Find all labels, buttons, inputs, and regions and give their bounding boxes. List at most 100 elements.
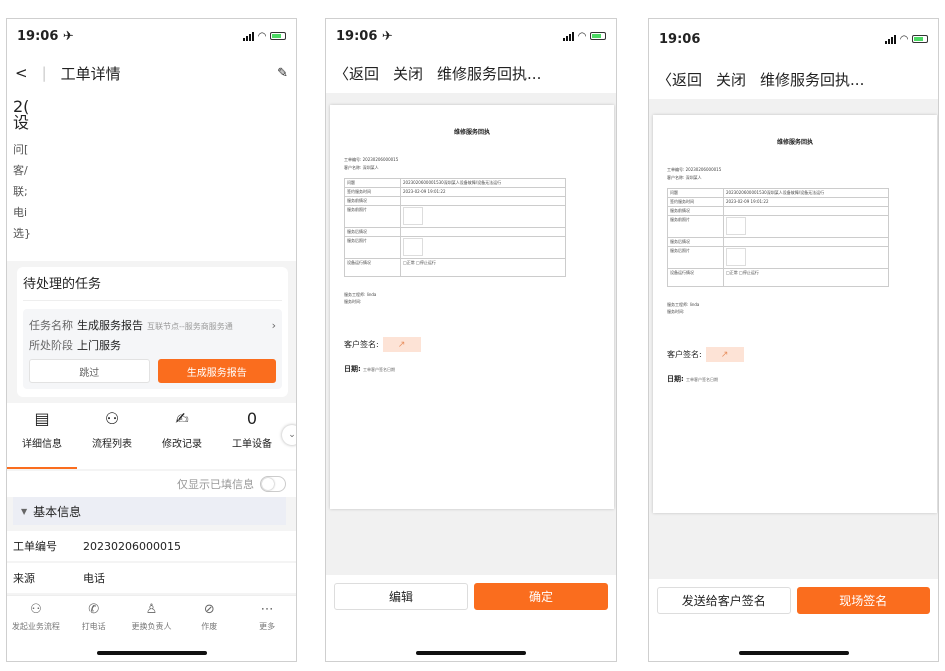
doc-service-time: 服务时间:	[667, 309, 685, 314]
pending-task-heading: 待处理的任务	[23, 273, 282, 301]
more-button[interactable]: ⋯ 更多	[239, 602, 295, 661]
tab-label: 详细信息	[22, 439, 62, 450]
signature-icon[interactable]: ↗	[705, 347, 744, 362]
start-flow-button[interactable]: ⚇ 发起业务流程	[8, 602, 64, 661]
table-row: 服务后情况	[344, 227, 566, 237]
send-to-customer-button[interactable]: 发送给客户签名	[657, 587, 791, 614]
tree-icon: ⚇	[104, 409, 120, 428]
field-order-number: 工单编号 20230206000015	[7, 531, 296, 561]
row-label: 签约服务时间	[667, 197, 724, 207]
action-label: 更多	[259, 622, 276, 631]
phone-icon: ✆	[88, 602, 100, 617]
wifi-icon: ◠	[900, 33, 908, 45]
void-icon: ⊘	[203, 602, 215, 617]
order-line-4: 客/	[13, 164, 28, 177]
table-row: 服务前照片	[344, 205, 566, 228]
battery-icon	[912, 35, 928, 43]
confirm-button[interactable]: 确定	[474, 583, 608, 610]
photo-placeholder	[726, 217, 746, 235]
table-row: 服务后情况	[667, 237, 889, 247]
row-label: 问题	[667, 188, 724, 198]
task-stage-value: 上门服务	[77, 339, 121, 352]
edit-button[interactable]: 编辑	[334, 583, 468, 610]
photo-placeholder	[403, 207, 423, 225]
user-swap-icon: ♙	[145, 602, 158, 617]
chevron-right-icon: ›	[271, 319, 276, 332]
pencil-icon[interactable]: ✎	[277, 66, 288, 81]
doc-table: 问题 2023020600001530深圳某人设备故障/设备无法运行 签约服务时间…	[667, 188, 889, 287]
status-icons: ◠	[885, 34, 928, 45]
photo-placeholder	[403, 238, 423, 256]
back-button[interactable]: 〈返回	[334, 63, 379, 84]
task-item[interactable]: 任务名称 生成服务报告 互联节点--服务商服务通 › 所处阶段 上门服务 跳过 …	[23, 309, 282, 389]
tab-history[interactable]: ✍ 修改记录	[147, 403, 217, 469]
edit-doc-icon: ✍	[175, 409, 189, 428]
table-row: 设备运行情况 □正常 □停止运行	[667, 268, 889, 287]
page-title: 维修服务回执...	[760, 70, 865, 89]
row-value: 2023020600001530深圳某人设备故障/设备无法运行	[723, 188, 889, 198]
order-line-6: 电i	[13, 206, 28, 219]
back-button[interactable]: 〈返回	[657, 69, 702, 90]
tab-devices[interactable]: 0 工单设备	[217, 403, 287, 469]
row-label: 服务前照片	[667, 215, 724, 238]
clock: 19:06 ✈	[17, 28, 74, 44]
action-label: 更换负责人	[131, 622, 172, 631]
row-value	[723, 215, 889, 238]
back-icon[interactable]: <	[15, 64, 28, 82]
task-name-label: 任务名称	[29, 319, 73, 332]
pending-task-card: 待处理的任务 任务名称 生成服务报告 互联节点--服务商服务通 › 所处阶段 上…	[17, 267, 288, 397]
task-stage-label: 所处阶段	[29, 339, 73, 352]
filled-only-row: 仅显示已填信息	[7, 471, 296, 497]
row-label: 设备运行情况	[667, 268, 724, 287]
row-value	[723, 237, 889, 247]
footer-actions: 发送给客户签名 现场签名	[649, 579, 938, 661]
home-indicator	[738, 651, 849, 655]
action-label: 作废	[201, 622, 218, 631]
row-label: 服务前照片	[344, 205, 401, 228]
field-value: 20230206000015	[83, 539, 181, 553]
date-label: 日期:	[344, 365, 361, 373]
row-value	[400, 227, 566, 237]
action-label: 发起业务流程	[11, 622, 60, 631]
doc-customer: 客户名称: 深圳某人	[667, 175, 702, 180]
status-bar: 19:06 ✈ ◠	[7, 19, 296, 53]
status-bar: 19:06 ✈ ◠	[326, 19, 616, 53]
basic-info-header[interactable]: ▼ 基本信息	[13, 497, 286, 525]
close-button[interactable]: 关闭	[716, 69, 746, 90]
tab-process[interactable]: ⚇ 流程列表	[77, 403, 147, 469]
tab-label: 流程列表	[92, 439, 132, 450]
skip-button[interactable]: 跳过	[29, 359, 150, 383]
clock: 19:06 ✈	[336, 28, 393, 44]
row-value: 2023-02-09 19:01:22	[400, 187, 566, 197]
doc-engineer: 服务工程师: linda	[667, 302, 700, 307]
row-label: 服务后情况	[667, 237, 724, 247]
doc-order-number: 工单编号: 20230206000015	[667, 167, 722, 172]
row-value	[400, 196, 566, 206]
date-value: 工单客户签名日期	[686, 377, 719, 382]
signature-label: 客户签名:	[344, 340, 379, 349]
status-icons: ◠	[563, 31, 606, 42]
close-button[interactable]: 关闭	[393, 63, 423, 84]
filled-only-label: 仅显示已填信息	[177, 478, 254, 491]
filled-only-toggle[interactable]	[260, 476, 286, 492]
onsite-sign-button[interactable]: 现场签名	[796, 587, 930, 614]
field-value: 电话	[83, 572, 105, 585]
row-label: 服务前情况	[667, 206, 724, 216]
doc-engineer: 服务工程师: linda	[344, 292, 377, 297]
customer-signature: 客户签名: ↗	[344, 337, 600, 352]
table-row: 问题 2023020600001530深圳某人设备故障/设备无法运行	[667, 188, 889, 198]
page-title: 工单详情	[60, 64, 121, 83]
row-value	[400, 205, 566, 228]
signature-icon[interactable]: ↗	[382, 337, 421, 352]
doc-table: 问题 2023020600001530深圳某人设备故障/设备无法运行 签约服务时间…	[344, 178, 566, 277]
list-icon: ▤	[34, 409, 50, 428]
date-label: 日期:	[667, 375, 684, 383]
generate-report-button[interactable]: 生成服务报告	[157, 359, 276, 383]
row-value	[400, 236, 566, 259]
chevron-down-icon[interactable]: ⌄	[282, 425, 296, 445]
home-indicator	[96, 651, 207, 655]
tab-details[interactable]: ▤ 详细信息	[7, 403, 77, 469]
signature-date: 日期: 工单客户签名日期	[344, 364, 600, 374]
customer-signature: 客户签名: ↗	[667, 347, 923, 362]
row-label: 签约服务时间	[344, 187, 401, 197]
